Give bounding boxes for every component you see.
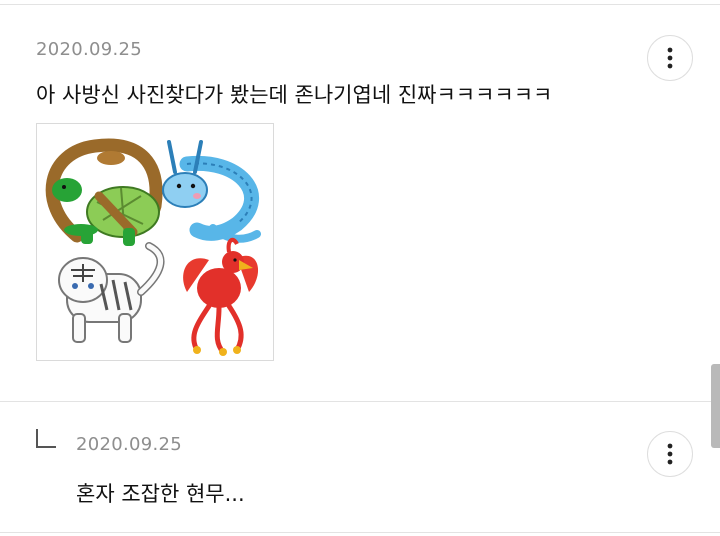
reply-arrow-icon <box>36 429 56 448</box>
reply-date: 2020.09.25 <box>76 434 183 455</box>
comment-post: 2020.09.25 아 사방신 사진찾다가 봤는데 존나기엽네 진짜ㅋㅋㅋㅋㅋ… <box>0 5 720 401</box>
more-vertical-icon <box>667 47 673 69</box>
turtle-snake-icon <box>45 138 163 246</box>
reply-text: 혼자 조잡한 현무... <box>76 482 245 506</box>
comment-reply: 2020.09.25 혼자 조잡한 현무... <box>0 402 720 532</box>
reply-more-button[interactable] <box>647 431 693 477</box>
post-more-button[interactable] <box>647 35 693 81</box>
dragon-icon <box>162 140 261 243</box>
post-date: 2020.09.25 <box>36 39 143 60</box>
bottom-divider <box>0 532 720 533</box>
scrollbar-thumb[interactable] <box>711 364 720 448</box>
phoenix-icon <box>183 237 259 356</box>
post-text: 아 사방신 사진찾다가 봤는데 존나기엽네 진짜ㅋㅋㅋㅋㅋㅋ <box>36 83 553 107</box>
more-vertical-icon <box>667 443 673 465</box>
four-guardians-image[interactable] <box>36 123 274 361</box>
tiger-icon <box>58 242 165 343</box>
